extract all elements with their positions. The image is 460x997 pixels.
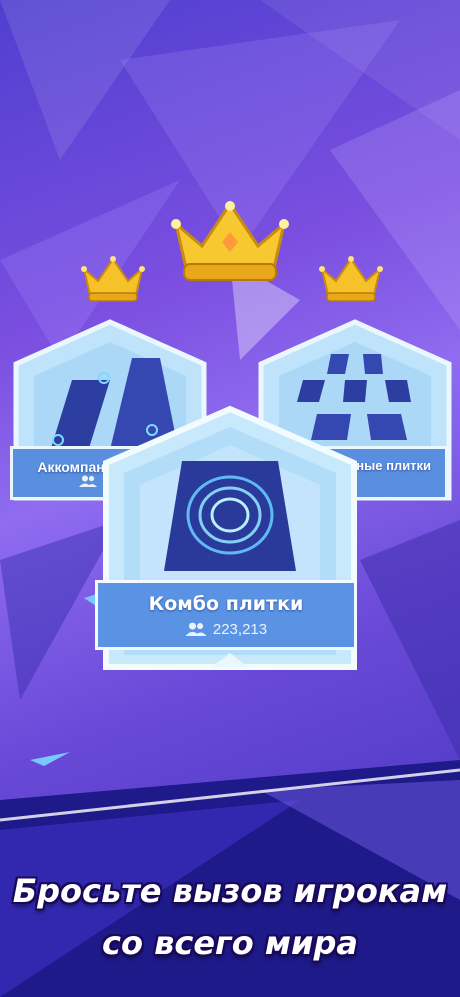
people-icon [79,475,97,487]
mode-ribbon-center: Комбо плитки 223,213 [95,580,357,650]
mode-title: Комбо плитки [148,592,304,615]
crown-icon [81,256,145,302]
player-count-row [79,475,97,487]
slogan-line-2: со всего мира [102,924,358,962]
people-icon [185,622,207,636]
crown-icon [319,256,383,302]
crown-icon [171,201,289,281]
player-count-row: 223,213 [185,621,267,638]
slogan-line-1: Бросьте вызов игрокам [12,872,448,910]
player-count: 223,213 [212,620,268,638]
